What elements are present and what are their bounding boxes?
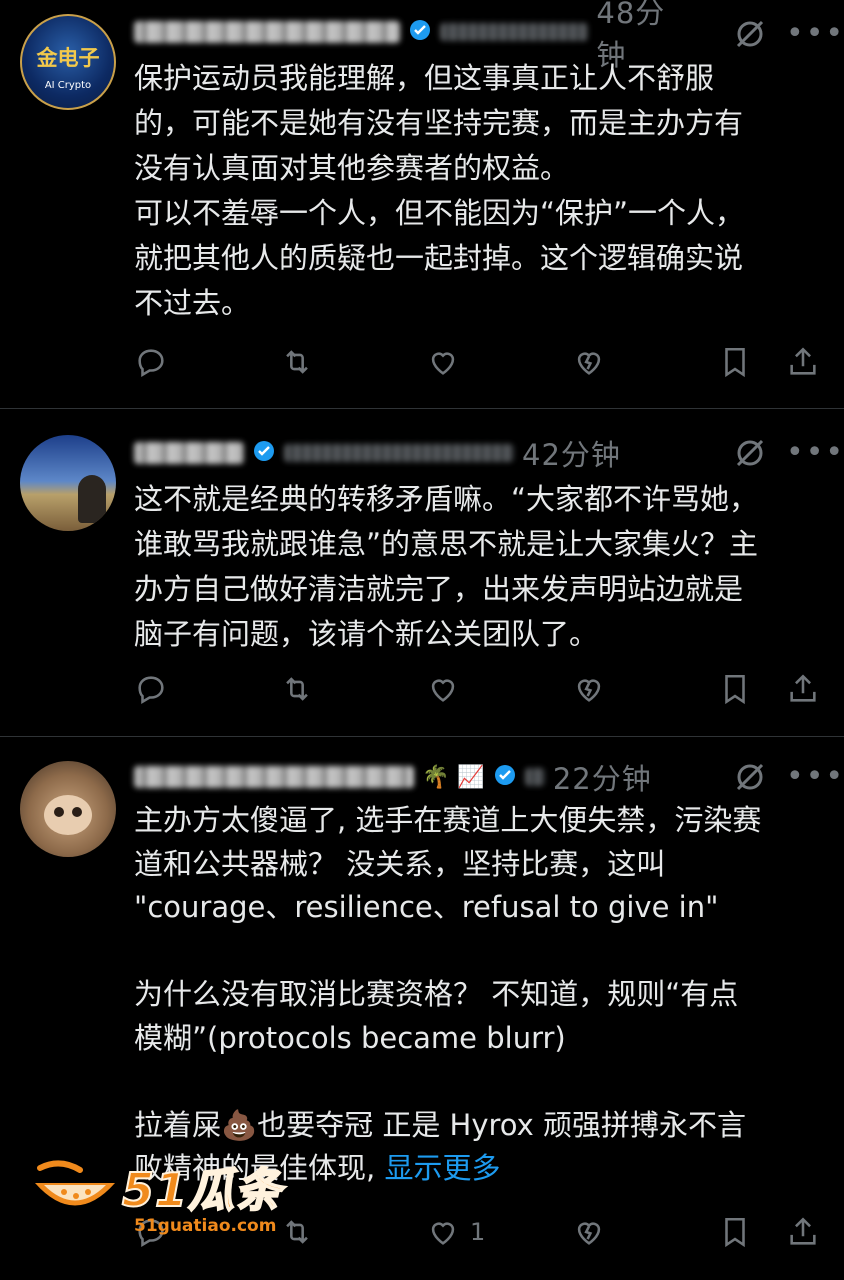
avatar[interactable]: 金电子 AI Crypto <box>20 14 116 110</box>
watermark-melon-icon <box>35 1160 115 1206</box>
bookmark-button[interactable] <box>718 344 752 380</box>
watermark-brand: 51瓜条 <box>121 1162 283 1218</box>
grok-analyze-button[interactable] <box>572 1214 606 1250</box>
share-button[interactable] <box>786 344 820 380</box>
avatar[interactable] <box>20 761 116 857</box>
avatar-person <box>78 475 106 523</box>
reply-icon <box>138 676 164 705</box>
author-handle[interactable] <box>284 444 514 462</box>
avatar-eye-left <box>54 807 64 817</box>
bookmark-icon <box>725 1217 745 1248</box>
verified-badge-icon <box>252 439 276 467</box>
like-icon <box>431 679 455 702</box>
divider <box>0 408 844 409</box>
reply-button[interactable] <box>134 344 178 380</box>
tweet-text: 主办方太傻逼了, 选手在赛道上大便失禁，污染赛 道和公共器械？ 没关系，坚持比赛… <box>134 799 834 1191</box>
timestamp[interactable]: 42分钟 <box>522 432 621 474</box>
timestamp[interactable]: 22分钟 <box>553 756 652 798</box>
grok-icon[interactable] <box>732 16 768 52</box>
palm-tree-emoji: 🌴 <box>422 764 450 790</box>
retweet-button[interactable] <box>280 671 314 707</box>
bookmark-icon <box>725 674 745 705</box>
tweet-text: 这不就是经典的转移矛盾嘛。“大家都不许骂她， 谁敢骂我就跟谁急”的意思不就是让大… <box>134 482 759 651</box>
grok-analyze-button[interactable] <box>572 671 606 707</box>
grok-icon[interactable] <box>732 435 768 471</box>
show-more-link[interactable]: 显示更多 <box>384 1151 500 1185</box>
bookmark-button[interactable] <box>718 1214 752 1250</box>
broken-heart-icon <box>577 1222 601 1245</box>
author-name[interactable] <box>134 442 244 464</box>
author-handle[interactable] <box>440 23 589 41</box>
more-icon[interactable]: ••• <box>786 16 843 52</box>
chart-emoji: 📈 <box>457 764 485 790</box>
author-name[interactable] <box>134 21 401 43</box>
grok-analyze-button[interactable] <box>572 344 606 380</box>
tweet-text: 保护运动员我能理解，但这事真正让人不舒服 的，可能不是她有没有坚持完赛，而是主办… <box>134 61 745 320</box>
more-icon[interactable]: ••• <box>786 435 843 471</box>
retweet-icon <box>286 350 308 374</box>
broken-heart-icon <box>577 352 601 375</box>
like-button[interactable] <box>426 344 470 380</box>
grok-icon[interactable] <box>732 759 768 795</box>
watermark-url: 51guatiao.com <box>134 1216 277 1236</box>
bookmark-icon <box>725 347 745 378</box>
share-icon <box>790 347 816 375</box>
bookmark-button[interactable] <box>718 671 752 707</box>
like-button[interactable] <box>426 671 470 707</box>
avatar[interactable] <box>20 435 116 531</box>
tweet-header: 42分钟 <box>134 432 694 474</box>
avatar-sublabel: AI Crypto <box>44 80 92 91</box>
author-name[interactable] <box>134 766 414 788</box>
like-count: 1 <box>470 1218 486 1246</box>
tweet-header: 🌴 📈 22分钟 <box>134 756 694 798</box>
tweet-body: 主办方太傻逼了, 选手在赛道上大便失禁，污染赛 道和公共器械？ 没关系，坚持比赛… <box>134 803 762 1185</box>
verified-badge-icon <box>493 763 517 791</box>
retweet-button[interactable] <box>280 344 314 380</box>
verified-badge-icon <box>408 18 432 46</box>
divider <box>0 736 844 737</box>
avatar-eye-right <box>72 807 82 817</box>
avatar-label: 金电子 <box>36 46 100 70</box>
reply-button[interactable] <box>134 671 168 707</box>
share-button[interactable] <box>786 671 820 707</box>
share-button[interactable] <box>786 1214 820 1250</box>
like-icon <box>431 352 455 375</box>
tweet-header: 48分钟 <box>134 0 694 72</box>
action-bar <box>134 344 824 380</box>
share-icon <box>790 1217 816 1245</box>
broken-heart-icon <box>577 679 601 702</box>
reply-icon <box>138 349 164 378</box>
like-icon <box>431 1222 455 1245</box>
avatar-face <box>44 795 92 835</box>
action-bar <box>134 671 824 707</box>
share-icon <box>790 674 816 702</box>
retweet-icon <box>286 677 308 701</box>
more-icon[interactable]: ••• <box>786 759 843 795</box>
like-button[interactable]: 1 <box>426 1214 485 1250</box>
author-handle[interactable] <box>524 768 545 786</box>
watermark-logo: 51瓜条 51guatiao.com <box>30 1150 300 1250</box>
